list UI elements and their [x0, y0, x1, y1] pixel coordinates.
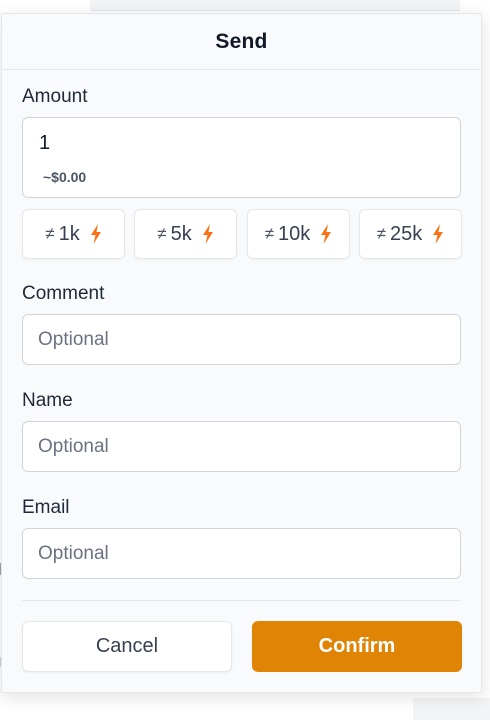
background-header-strip	[90, 0, 460, 11]
lightning-bolt-icon	[90, 224, 101, 244]
email-label: Email	[22, 497, 70, 518]
comment-input[interactable]	[22, 314, 461, 365]
amount-presets: ≠ 1k ≠ 5k ≠ 10k ≠ 25k	[22, 209, 462, 259]
dialog-header: Send	[2, 14, 481, 70]
lightning-bolt-icon	[202, 224, 213, 244]
actions-divider	[22, 600, 461, 601]
send-dialog: Send Amount 1 ~$0.00 ≠ 1k ≠ 5k ≠ 10k ≠ 2…	[1, 13, 482, 693]
comment-label: Comment	[22, 283, 105, 304]
preset-10k-button[interactable]: ≠ 10k	[247, 209, 350, 259]
background-panel-edge	[413, 698, 490, 720]
preset-25k-button[interactable]: ≠ 25k	[359, 209, 462, 259]
name-label: Name	[22, 390, 73, 411]
preset-label: 25k	[390, 222, 423, 245]
satoshi-symbol-icon: ≠	[264, 224, 275, 243]
preset-5k-button[interactable]: ≠ 5k	[134, 209, 237, 259]
name-input[interactable]	[22, 421, 461, 472]
amount-label: Amount	[22, 86, 88, 107]
email-input[interactable]	[22, 528, 461, 579]
satoshi-symbol-icon: ≠	[45, 224, 55, 243]
confirm-button[interactable]: Confirm	[252, 621, 462, 672]
lightning-bolt-icon	[433, 224, 444, 244]
satoshi-symbol-icon: ≠	[376, 224, 387, 243]
lightning-bolt-icon	[321, 224, 332, 244]
amount-value: 1	[39, 132, 51, 154]
cancel-button[interactable]: Cancel	[22, 621, 232, 672]
dialog-title: Send	[215, 29, 268, 53]
preset-label: 1k	[58, 222, 80, 245]
preset-label: 5k	[170, 222, 192, 245]
amount-input[interactable]: 1 ~$0.00	[22, 117, 461, 198]
preset-1k-button[interactable]: ≠ 1k	[22, 209, 125, 259]
satoshi-symbol-icon: ≠	[157, 224, 167, 243]
fiat-equivalent: ~$0.00	[43, 169, 87, 185]
preset-label: 10k	[278, 222, 311, 245]
